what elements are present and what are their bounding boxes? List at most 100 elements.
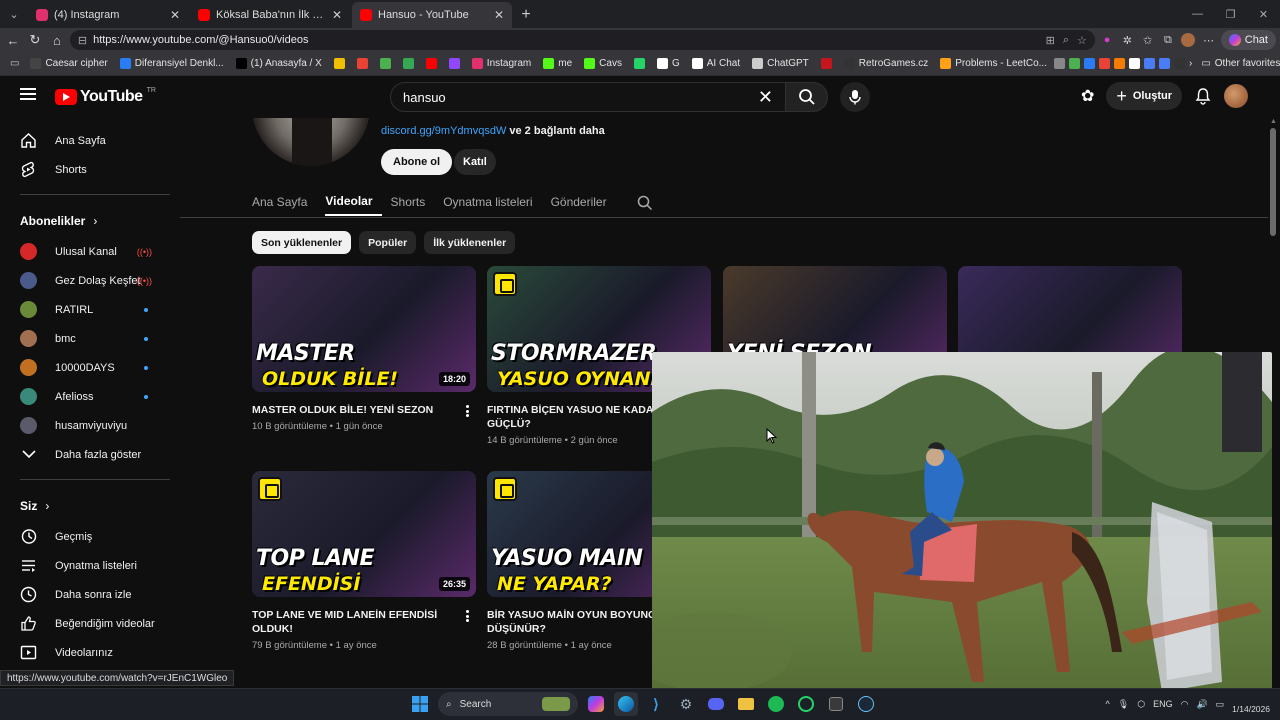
wifi-icon[interactable]: ◠ [1181, 699, 1189, 710]
menu-hamburger-icon[interactable] [20, 88, 36, 100]
restore-icon[interactable]: ❐ [1214, 0, 1247, 28]
sidebar-item-like[interactable]: Beğendiğim videolar [0, 609, 172, 638]
vscode-icon[interactable]: ⟩ [644, 692, 668, 716]
favorites-icon[interactable]: ✩ [1139, 30, 1155, 50]
bookmark-item[interactable] [352, 54, 373, 74]
bookmark-item[interactable]: AI Chat [687, 54, 745, 74]
windows-start-icon[interactable] [408, 692, 432, 716]
profile-avatar-icon[interactable] [1180, 30, 1196, 50]
bookmark-item[interactable] [398, 54, 419, 74]
bookmark-favicon-icon[interactable] [1158, 58, 1170, 69]
channel-tab-3[interactable]: Oynatma listeleri [443, 188, 541, 216]
bookmark-item[interactable]: Instagram [467, 54, 536, 74]
close-window-icon[interactable]: ✕ [1247, 0, 1280, 28]
url-field[interactable]: ⊟ https://www.youtube.com/@Hansuo0/video… [69, 30, 1095, 50]
video-card[interactable]: TOP LANE EFENDİSİ 26:35 TOP LANE VE MID LAN… [252, 471, 476, 651]
sidebar-item-history[interactable]: Geçmiş [0, 522, 172, 551]
channel-tab-4[interactable]: Gönderiler [551, 188, 616, 216]
other-favorites-folder[interactable]: ▭ Other favorites [1196, 54, 1280, 74]
close-tab-icon[interactable]: ✕ [494, 8, 504, 22]
video-title[interactable]: TOP LANE VE MID LANEİN EFENDİSİ OLDUK! [252, 608, 476, 636]
bookmark-item[interactable]: ChatGPT [747, 54, 814, 74]
reading-list-icon[interactable]: ▭ [6, 58, 23, 69]
channel-avatar[interactable] [252, 118, 370, 166]
you-header[interactable]: Siz › [0, 490, 172, 522]
voice-search-button[interactable] [840, 82, 870, 112]
close-tab-icon[interactable]: ✕ [332, 8, 342, 22]
show-more-button[interactable]: Daha fazla göster [0, 440, 172, 469]
join-button[interactable]: Katıl [454, 149, 496, 175]
bookmark-favicon-icon[interactable] [1068, 58, 1080, 69]
bookmark-favicon-icon[interactable] [1113, 58, 1125, 69]
bookmark-item[interactable] [375, 54, 396, 74]
tray-app-icon[interactable]: ⬡ [1137, 699, 1145, 710]
create-button[interactable]: + Oluştur [1106, 82, 1182, 110]
channel-tab-0[interactable]: Ana Sayfa [252, 188, 316, 216]
copilot-app-icon[interactable] [584, 692, 608, 716]
extension-icon[interactable]: ● [1099, 30, 1115, 50]
bookmark-item[interactable] [444, 54, 465, 74]
video-title[interactable]: MASTER OLDUK BİLE! YENİ SEZON [252, 403, 476, 417]
sidebar-item-home[interactable]: Ana Sayfa [0, 126, 172, 155]
battery-icon[interactable]: ▭ [1216, 699, 1225, 710]
taskbar-clock[interactable]: 1/14/2026 [1232, 693, 1270, 715]
file-explorer-icon[interactable] [734, 692, 758, 716]
spotify-icon[interactable] [764, 692, 788, 716]
language-indicator[interactable]: ENG [1153, 699, 1173, 709]
subscribe-button[interactable]: Abone ol [381, 149, 453, 175]
bookmark-item[interactable]: Diferansiyel Denkl... [115, 54, 229, 74]
subscription-item[interactable]: 10000DAYS [0, 353, 172, 382]
channel-tab-2[interactable]: Shorts [391, 188, 435, 216]
subscription-item[interactable]: Afelioss [0, 382, 172, 411]
taskbar-search[interactable]: ⌕ Search [438, 692, 578, 716]
more-links[interactable]: ve 2 bağlantı daha [509, 125, 604, 137]
search-input[interactable]: hansuo ✕ [390, 82, 786, 112]
subscription-item[interactable]: bmc [0, 324, 172, 353]
tray-app-icon[interactable]: 🎙 [1118, 699, 1129, 710]
channel-search-button[interactable] [637, 188, 653, 218]
bookmark-item[interactable] [629, 54, 650, 74]
bookmark-favicon-icon[interactable] [1128, 58, 1140, 69]
picture-in-picture-video[interactable] [652, 352, 1272, 698]
bookmark-item[interactable] [329, 54, 350, 74]
tab-hansuo-youtube[interactable]: Hansuo - YouTube ✕ [352, 2, 512, 28]
discord-link[interactable]: discord.gg/9mYdmvqsdW [381, 125, 506, 137]
more-actions-kebab-icon[interactable] [462, 403, 472, 419]
volume-icon[interactable]: 🔊 [1196, 699, 1207, 710]
bookmark-favicon-icon[interactable] [1173, 58, 1185, 69]
bookmark-item[interactable]: (1) Anasayfa / X [231, 54, 327, 74]
tray-overflow-chevron-icon[interactable]: ^ [1106, 699, 1110, 709]
video-card[interactable]: MASTER OLDUK BİLE! 18:20 MASTER OLDUK BİLE!… [252, 266, 476, 432]
app-available-icon[interactable]: ⊞ [1046, 34, 1055, 47]
close-tab-icon[interactable]: ✕ [170, 8, 180, 22]
minimize-icon[interactable]: — [1181, 0, 1214, 28]
extensions-puzzle-icon[interactable]: ✲ [1119, 30, 1135, 50]
subscription-item[interactable]: Gez Dolaş Keşfet ((•)) [0, 266, 172, 295]
sort-chip[interactable]: Son yüklenenler [252, 231, 352, 254]
bookmark-favicon-icon[interactable] [1098, 58, 1110, 69]
bookmarks-overflow-chevron-icon[interactable]: › [1189, 58, 1192, 69]
bookmark-favicon-icon[interactable] [1083, 58, 1095, 69]
sidebar-item-playlists[interactable]: Oynatma listeleri [0, 551, 172, 580]
sort-chip[interactable]: İlk yüklenenler [424, 231, 516, 254]
bookmark-favicon-icon[interactable] [1053, 58, 1065, 69]
bookmark-item[interactable]: Caesar cipher [25, 54, 112, 74]
home-icon[interactable]: ⌂ [48, 29, 66, 51]
new-tab-plus-icon[interactable]: + [514, 2, 538, 28]
bookmark-item[interactable]: me [538, 54, 577, 74]
more-menu-icon[interactable]: ⋯ [1200, 30, 1216, 50]
account-avatar[interactable] [1224, 84, 1248, 108]
sidebar-item-your-videos[interactable]: Videolarınız [0, 638, 172, 667]
video-thumbnail[interactable]: TOP LANE EFENDİSİ 26:35 [252, 471, 476, 597]
bookmark-item[interactable]: Cavs [579, 54, 627, 74]
tab-actions-chevron-icon[interactable]: ⌄ [0, 0, 28, 28]
sidebar-item-shorts[interactable]: Shorts [0, 155, 172, 184]
subscription-item[interactable]: RATIRL [0, 295, 172, 324]
copilot-chat-button[interactable]: Chat [1220, 30, 1276, 50]
search-button[interactable] [786, 82, 828, 112]
game-app-icon[interactable] [824, 692, 848, 716]
collections-icon[interactable]: ⧉ [1160, 30, 1176, 50]
whatsapp-icon[interactable] [794, 692, 818, 716]
refresh-icon[interactable]: ↻ [26, 29, 44, 51]
sort-chip[interactable]: Popüler [359, 231, 417, 254]
